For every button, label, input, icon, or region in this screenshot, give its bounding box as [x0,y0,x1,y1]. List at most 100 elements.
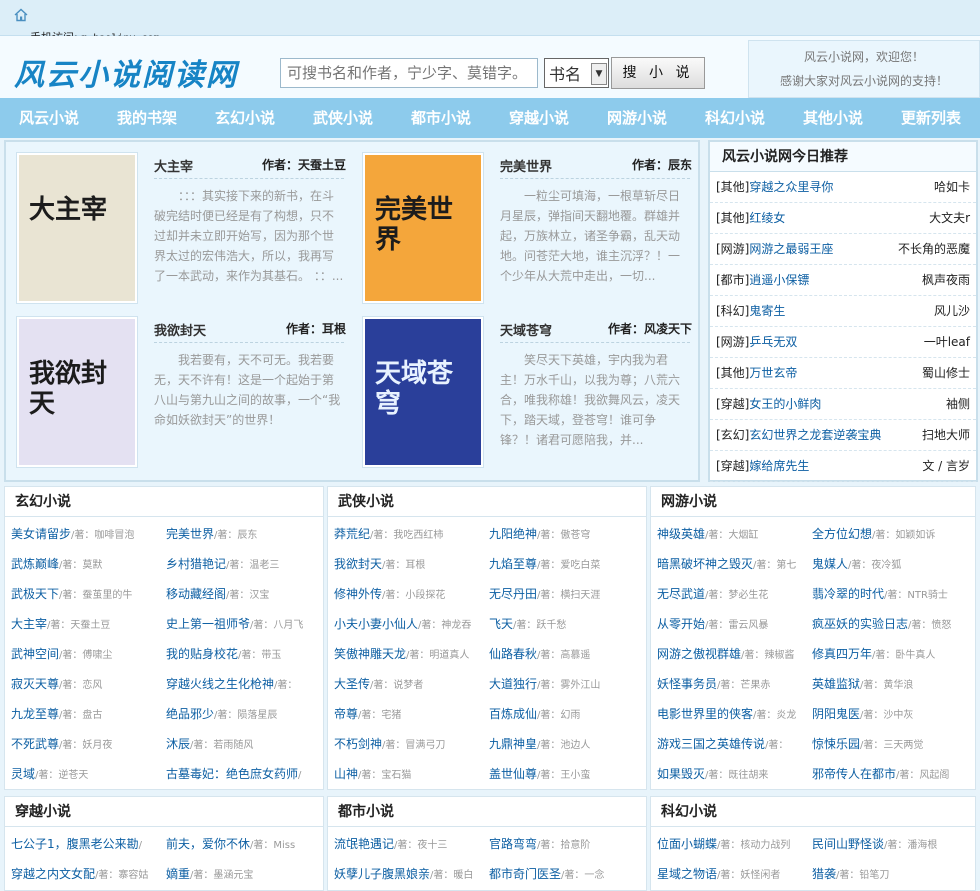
recommend-title[interactable]: 乒乓无双 [749,335,797,349]
category-heading[interactable]: 穿越小说 [5,797,323,827]
book-link[interactable]: 妖怪事务员 [657,677,717,691]
book-link[interactable]: 神级英雄 [657,527,705,541]
book-title[interactable]: 大主宰 [154,156,193,175]
book-link[interactable]: 妖孽儿子腹黑娘亲 [334,867,430,881]
book-link[interactable]: 全方位幻想 [812,527,872,541]
book-link[interactable]: 武炼巅峰 [11,557,59,571]
nav-item-9[interactable]: 更新列表 [882,98,980,138]
book-link[interactable]: 笑傲神雕天龙 [334,647,406,661]
book-link[interactable]: 武极天下 [11,587,59,601]
site-logo[interactable]: 风云小说阅读网 [14,50,238,94]
recommend-title[interactable]: 嫁给席先生 [749,459,809,473]
book-link[interactable]: 莽荒纪 [334,527,370,541]
recommend-title[interactable]: 逍遥小保镖 [749,273,809,287]
book-link[interactable]: 修真四万年 [812,647,872,661]
category-heading[interactable]: 科幻小说 [651,797,975,827]
book-link[interactable]: 我欲封天 [334,557,382,571]
book-link[interactable]: 沐辰 [166,737,190,751]
book-title[interactable]: 我欲封天 [154,320,206,339]
book-link[interactable]: 惊悚乐园 [812,737,860,751]
nav-item-6[interactable]: 网游小说 [588,98,686,138]
book-link[interactable]: 不死武尊 [11,737,59,751]
book-link[interactable]: 武神空间 [11,647,59,661]
book-link[interactable]: 完美世界 [166,527,214,541]
book-link[interactable]: 九阳绝神 [489,527,537,541]
book-link[interactable]: 都市奇门医圣 [489,867,561,881]
book-link[interactable]: 小夫小妻小仙人 [334,617,418,631]
book-link[interactable]: 穿越火线之生化枪神 [166,677,274,691]
search-type-select[interactable]: 书名 ▼ [544,58,609,88]
book-link[interactable]: 灵域 [11,767,35,781]
book-link[interactable]: 七公子1，腹黑老公来勘 [11,837,139,851]
book-link[interactable]: 盖世仙尊 [489,767,537,781]
book-link[interactable]: 美女请留步 [11,527,71,541]
book-link[interactable]: 穿越之内文女配 [11,867,95,881]
book-link[interactable]: 九鼎神皇 [489,737,537,751]
book-link[interactable]: 阴阳鬼医 [812,707,860,721]
book-link[interactable]: 从零开始 [657,617,705,631]
category-heading[interactable]: 网游小说 [651,487,975,517]
book-link[interactable]: 星域之物语 [657,867,717,881]
book-link[interactable]: 官路弯弯 [489,837,537,851]
book-link[interactable]: 游戏三国之英雄传说 [657,737,765,751]
book-link[interactable]: 疯巫妖的实验日志 [812,617,908,631]
book-link[interactable]: 暗黑破坏神之毁灭 [657,557,753,571]
book-link[interactable]: 不朽剑神 [334,737,382,751]
book-link[interactable]: 乡村猎艳记 [166,557,226,571]
nav-item-7[interactable]: 科幻小说 [686,98,784,138]
book-link[interactable]: 嫡重 [166,867,190,881]
recommend-title[interactable]: 穿越之众里寻你 [749,180,833,194]
recommend-title[interactable]: 女王的小鲜肉 [749,397,821,411]
nav-item-4[interactable]: 都市小说 [392,98,490,138]
recommend-title[interactable]: 红绫女 [749,211,785,225]
book-link[interactable]: 我的贴身校花 [166,647,238,661]
book-link[interactable]: 大主宰 [11,617,47,631]
nav-item-1[interactable]: 我的书架 [98,98,196,138]
search-button[interactable]: 搜 小 说 [611,57,705,89]
book-link[interactable]: 前夫，爱你不休 [166,837,250,851]
book-link[interactable]: 位面小蝴蝶 [657,837,717,851]
book-link[interactable]: 鬼媒人 [812,557,848,571]
book-link[interactable]: 网游之傲视群雄 [657,647,741,661]
book-link[interactable]: 飞天 [489,617,513,631]
book-link[interactable]: 帝尊 [334,707,358,721]
search-input[interactable] [280,58,538,88]
book-link[interactable]: 大道独行 [489,677,537,691]
book-link[interactable]: 大圣传 [334,677,370,691]
book-link[interactable]: 百炼成仙 [489,707,537,721]
book-link[interactable]: 如果毁灭 [657,767,705,781]
book-link[interactable]: 翡冷翠的时代 [812,587,884,601]
book-link[interactable]: 寂灭天尊 [11,677,59,691]
category-heading[interactable]: 武侠小说 [328,487,646,517]
recommend-title[interactable]: 玄幻世界之龙套逆袭宝典 [749,428,881,442]
book-link[interactable]: 山神 [334,767,358,781]
book-link[interactable]: 电影世界里的侠客 [657,707,753,721]
nav-item-8[interactable]: 其他小说 [784,98,882,138]
book-link[interactable]: 绝品邪少 [166,707,214,721]
book-link[interactable]: 九龙至尊 [11,707,59,721]
category-heading[interactable]: 玄幻小说 [5,487,323,517]
nav-item-0[interactable]: 风云小说 [0,98,98,138]
home-icon[interactable] [14,8,28,22]
book-cover[interactable]: 天域苍穹 [362,316,484,468]
nav-item-3[interactable]: 武侠小说 [294,98,392,138]
recommend-title[interactable]: 网游之最弱王座 [749,242,833,256]
book-link[interactable]: 猎袭 [812,867,836,881]
book-link[interactable]: 古墓毒妃：绝色庶女药师 [166,767,298,781]
nav-item-2[interactable]: 玄幻小说 [196,98,294,138]
book-link[interactable]: 仙路春秋 [489,647,537,661]
book-link[interactable]: 无尽丹田 [489,587,537,601]
nav-item-5[interactable]: 穿越小说 [490,98,588,138]
book-link[interactable]: 移动藏经阁 [166,587,226,601]
book-cover[interactable]: 大主宰 [16,152,138,304]
book-cover[interactable]: 完美世界 [362,152,484,304]
recommend-title[interactable]: 鬼寄生 [749,304,785,318]
book-link[interactable]: 流氓艳遇记 [334,837,394,851]
category-heading[interactable]: 都市小说 [328,797,646,827]
recommend-title[interactable]: 万世玄帝 [749,366,797,380]
book-title[interactable]: 天域苍穹 [500,320,552,339]
book-link[interactable]: 史上第一祖师爷 [166,617,250,631]
book-title[interactable]: 完美世界 [500,156,552,175]
book-link[interactable]: 无尽武道 [657,587,705,601]
book-link[interactable]: 英雄监狱 [812,677,860,691]
